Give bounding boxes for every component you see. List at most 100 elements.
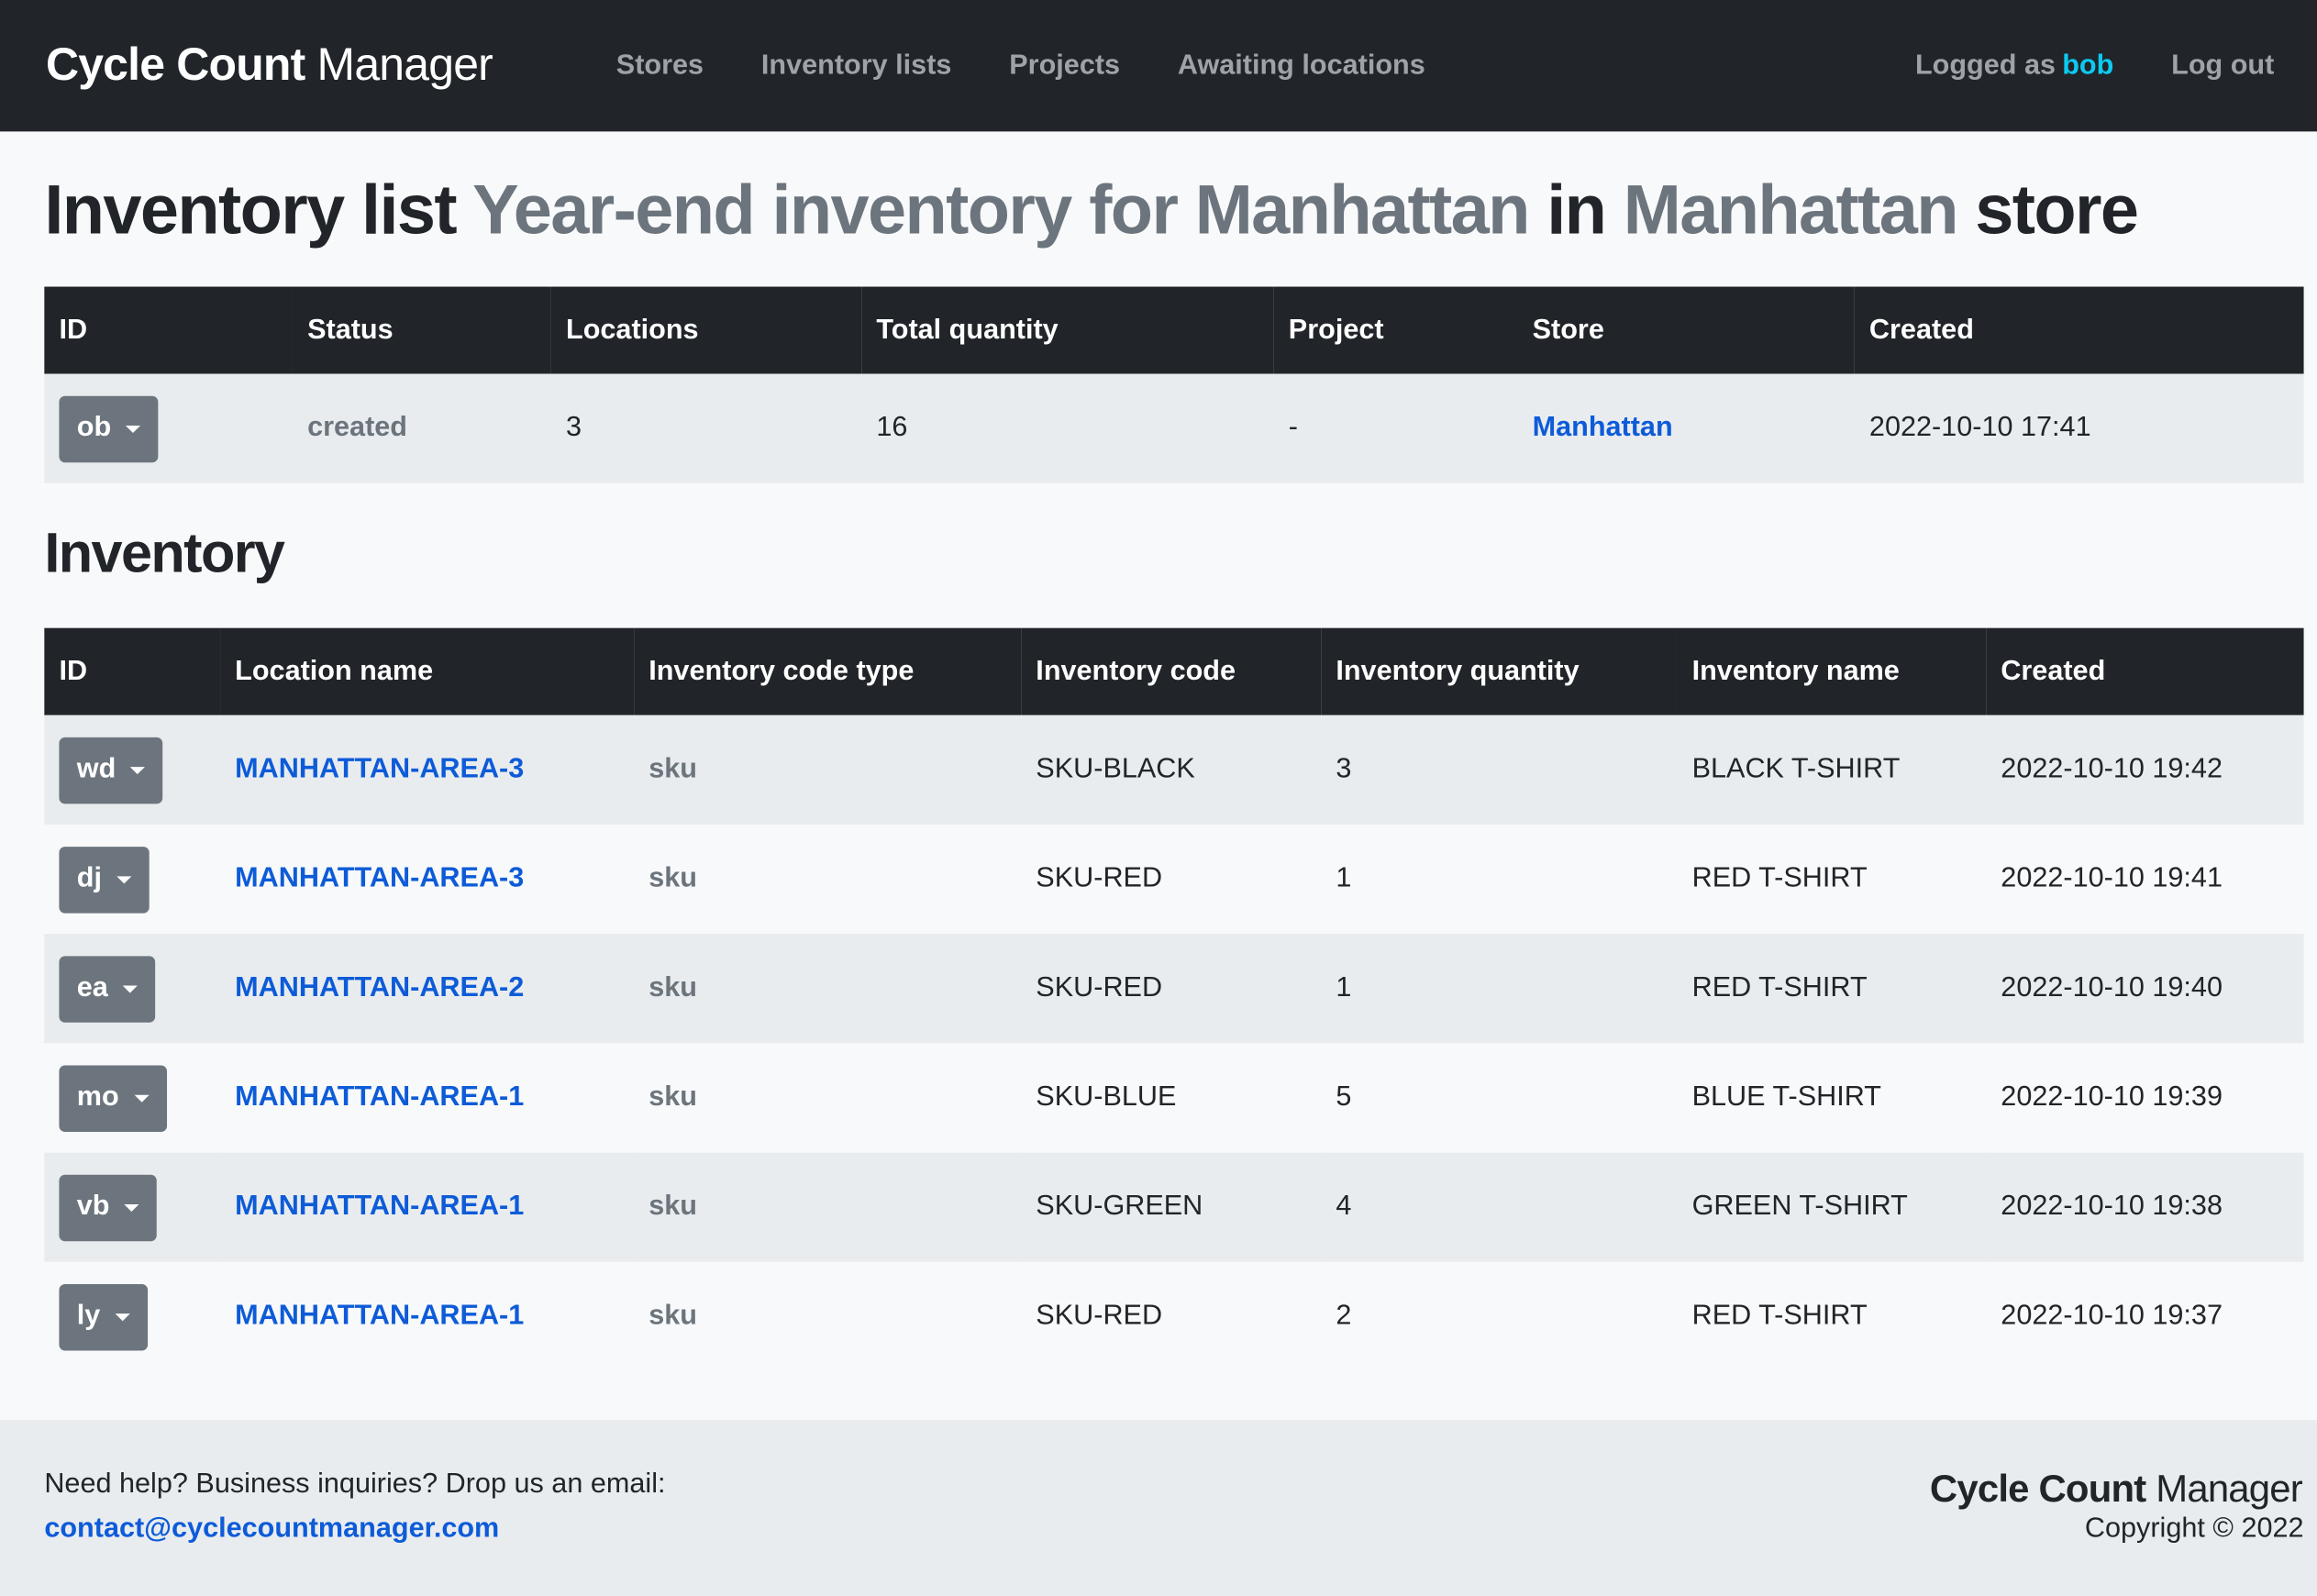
brand-bold: Cycle Count <box>45 38 305 91</box>
page-title: Inventory list Year-end inventory for Ma… <box>44 169 2139 250</box>
inventory-section-title: Inventory <box>44 523 285 585</box>
col-code: Inventory code <box>1021 627 1322 715</box>
code-type: sku <box>634 1043 1022 1153</box>
location-link[interactable]: MANHATTAN-AREA-1 <box>235 1301 524 1332</box>
id-dropdown-button[interactable]: wd <box>59 737 163 804</box>
footer-help-text: Need help? Business inquiries? Drop us a… <box>44 1469 666 1501</box>
footer-email-link[interactable]: contact@cyclecountmanager.com <box>44 1513 499 1546</box>
inventory-quantity: 5 <box>1321 1043 1678 1153</box>
status-badge: created <box>292 373 551 483</box>
inventory-name: BLACK T-SHIRT <box>1677 715 1987 825</box>
title-mid: in <box>1547 170 1607 249</box>
inventory-quantity: 2 <box>1321 1261 1678 1372</box>
inventory-quantity: 1 <box>1321 824 1678 935</box>
logged-as-text: Logged as bob <box>1914 49 2114 81</box>
code-type: sku <box>634 1261 1022 1372</box>
inventory-code: SKU-RED <box>1021 1261 1322 1372</box>
location-link[interactable]: MANHATTAN-AREA-3 <box>235 863 524 894</box>
inventory-code: SKU-BLUE <box>1021 1043 1322 1153</box>
col-name: Inventory name <box>1677 627 1987 715</box>
col-created: Created <box>1854 286 2304 374</box>
col-status: Status <box>292 286 551 374</box>
inventory-list-table: ID Status Locations Total quantity Proje… <box>44 286 2304 483</box>
table-row: ea MANHATTAN-AREA-2 sku SKU-RED 1 RED T-SHIRT… <box>44 934 2304 1044</box>
caret-down-icon <box>122 984 139 992</box>
col-id: ID <box>44 286 293 374</box>
user-link[interactable]: bob <box>2062 50 2113 81</box>
created-value: 2022-10-10 17:41 <box>1854 373 2304 483</box>
col-total-quantity: Total quantity <box>861 286 1274 374</box>
inventory-name: BLUE T-SHIRT <box>1677 1043 1987 1153</box>
id-dropdown-button[interactable]: ly <box>59 1283 148 1350</box>
col-locations: Locations <box>550 286 862 374</box>
title-suffix: store <box>1975 170 2139 249</box>
col-project: Project <box>1273 286 1518 374</box>
nav-stores[interactable]: Stores <box>616 50 704 82</box>
inventory-quantity: 1 <box>1321 934 1678 1044</box>
inventory-quantity: 3 <box>1321 715 1678 825</box>
caret-down-icon <box>130 766 146 774</box>
location-link[interactable]: MANHATTAN-AREA-3 <box>235 754 524 785</box>
inventory-table: ID Location name Inventory code type Inv… <box>44 627 2304 1372</box>
brand-logo[interactable]: Cycle Count Manager <box>46 39 493 92</box>
list-table-header: ID Status Locations Total quantity Proje… <box>44 286 2304 374</box>
caret-down-icon <box>133 1093 149 1103</box>
col-id: ID <box>44 627 221 715</box>
inventory-code: SKU-RED <box>1021 824 1322 935</box>
id-dropdown-button[interactable]: ob <box>59 394 159 462</box>
created-value: 2022-10-10 19:42 <box>1986 715 2304 825</box>
id-dropdown-button[interactable]: vb <box>59 1173 158 1241</box>
footer-copyright: Copyright © 2022 <box>2084 1513 2304 1545</box>
inventory-quantity: 4 <box>1321 1152 1678 1262</box>
inventory-code: SKU-BLACK <box>1021 715 1322 825</box>
project-value: - <box>1273 373 1518 483</box>
caret-down-icon <box>126 425 141 433</box>
store-link[interactable]: Manhattan <box>1533 412 1673 443</box>
code-type: sku <box>634 1152 1022 1262</box>
location-link[interactable]: MANHATTAN-AREA-1 <box>235 1191 524 1222</box>
nav-links: Stores Inventory lists Projects Awaiting… <box>616 0 1425 131</box>
caret-down-icon <box>115 1313 130 1321</box>
col-created: Created <box>1986 627 2304 715</box>
inventory-code: SKU-GREEN <box>1021 1152 1322 1262</box>
table-row: dj MANHATTAN-AREA-3 sku SKU-RED 1 RED T-SHIRT… <box>44 824 2304 935</box>
created-value: 2022-10-10 19:39 <box>1986 1043 2304 1153</box>
title-list-name: Year-end inventory for Manhattan <box>472 170 1530 249</box>
col-code-type: Inventory code type <box>634 627 1022 715</box>
footer-brand: Cycle Count Manager <box>1929 1466 2303 1511</box>
inventory-name: GREEN T-SHIRT <box>1677 1152 1987 1262</box>
inventory-name: RED T-SHIRT <box>1677 824 1987 935</box>
col-quantity: Inventory quantity <box>1321 627 1678 715</box>
title-store-name: Manhattan <box>1623 170 1959 249</box>
location-link[interactable]: MANHATTAN-AREA-1 <box>235 1081 524 1113</box>
location-link[interactable]: MANHATTAN-AREA-2 <box>235 972 524 1003</box>
id-dropdown-button[interactable]: dj <box>59 846 150 913</box>
id-dropdown-button[interactable]: ea <box>59 955 156 1023</box>
created-value: 2022-10-10 19:40 <box>1986 934 2304 1044</box>
navbar: Cycle Count Manager Stores Inventory lis… <box>0 0 2317 132</box>
nav-awaiting-locations[interactable]: Awaiting locations <box>1178 50 1425 82</box>
inventory-name: RED T-SHIRT <box>1677 934 1987 1044</box>
caret-down-icon <box>124 1203 139 1212</box>
nav-projects[interactable]: Projects <box>1009 50 1120 82</box>
title-prefix: Inventory list <box>44 170 457 249</box>
id-dropdown-button[interactable]: mo <box>59 1064 167 1132</box>
created-value: 2022-10-10 19:37 <box>1986 1261 2304 1372</box>
code-type: sku <box>634 715 1022 825</box>
nav-inventory-lists[interactable]: Inventory lists <box>761 50 952 82</box>
table-row: ly MANHATTAN-AREA-1 sku SKU-RED 2 RED T-SHIRT… <box>44 1261 2304 1372</box>
caret-down-icon <box>116 875 132 883</box>
table-row: mo MANHATTAN-AREA-1 sku SKU-BLUE 5 BLUE T-SHI… <box>44 1043 2304 1153</box>
code-type: sku <box>634 824 1022 935</box>
nav-user-area: Logged as bob Log out <box>1915 0 2274 131</box>
inventory-name: RED T-SHIRT <box>1677 1261 1987 1372</box>
page-root: Cycle Count Manager Stores Inventory lis… <box>0 0 2317 1596</box>
col-location-name: Location name <box>220 627 635 715</box>
table-row: wd MANHATTAN-AREA-3 sku SKU-BLACK 3 BLACK T-S… <box>44 715 2304 825</box>
logout-link[interactable]: Log out <box>2171 50 2274 82</box>
inventory-table-header: ID Location name Inventory code type Inv… <box>44 627 2304 715</box>
code-type: sku <box>634 934 1022 1044</box>
inventory-code: SKU-RED <box>1021 934 1322 1044</box>
table-row: ob created 3 16 - Manhattan 2022-10-10 1… <box>44 373 2304 483</box>
brand-light: Manager <box>316 38 493 91</box>
